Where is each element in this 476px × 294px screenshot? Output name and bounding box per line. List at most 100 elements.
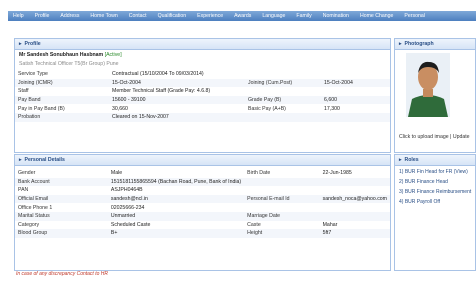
collapse-arrow-icon[interactable]: ▸	[399, 157, 402, 163]
photograph-title: Photograph	[404, 41, 434, 47]
cell-label: Marriage Date	[244, 211, 320, 221]
table-row: Staff Member Technical Staff (Grade Pay: …	[15, 87, 390, 96]
cell-label: Height	[244, 229, 320, 238]
cell-label: Joining (ICMR)	[15, 78, 109, 88]
cell-value: Contractual (15/10/2004 To 09/03/2014)	[112, 71, 204, 78]
collapse-arrow-icon[interactable]: ▸	[19, 157, 22, 163]
nav-item[interactable]: Profile	[30, 13, 56, 19]
cell-value: 5ft7	[319, 229, 390, 238]
profile-table: Service Type Contractual (15/10/2004 To 0…	[15, 70, 390, 122]
profile-title: Profile	[24, 41, 41, 47]
table-row: Official Email sandesh@ncl.in Personal E-m…	[15, 194, 390, 204]
table-row: Joining (ICMR) 15-Oct-2004 Joining (Cum.Po…	[15, 78, 390, 88]
cell-value: Scheduled Caste	[110, 221, 151, 228]
photograph-panel: ▸ Photograph Click to upload image | Upd…	[394, 38, 476, 153]
cell-label: Staff	[18, 88, 29, 95]
cell-value: ASJPH0464B	[110, 187, 143, 194]
table-row: Gender Male Birth Date 22-Jun-1985	[15, 169, 390, 178]
cell-value: B+	[107, 229, 245, 238]
roles-header[interactable]: ▸ Roles	[395, 155, 475, 166]
role-item[interactable]: 4) BUR Payroll Off	[395, 199, 475, 209]
roles-panel: ▸ Roles 1) BUR Fin Head for FR (View) 2) …	[394, 154, 476, 271]
nav-item[interactable]: Language	[257, 13, 291, 19]
cell-value: 17,300	[324, 105, 340, 112]
cell-value: 15600 - 39100	[109, 95, 245, 105]
table-row: Category Scheduled Caste Caste Mahar	[15, 221, 390, 230]
cell-value: Male	[110, 170, 123, 177]
cell-value	[320, 186, 390, 195]
cell-value: 22-Jun-1985	[322, 170, 352, 177]
nav-item[interactable]: Home Change	[355, 13, 399, 19]
cell-value: 15-Oct-2004	[109, 78, 245, 88]
collapse-arrow-icon[interactable]: ▸	[399, 41, 402, 47]
nav-item[interactable]: Home Town	[85, 13, 123, 19]
nav-item[interactable]: Awards	[229, 13, 257, 19]
cell-value: Cleared on 15-Nov-2007	[109, 112, 245, 122]
cell-value: 30,660	[112, 105, 128, 112]
cell-label	[244, 186, 319, 195]
nav-item[interactable]: Contact	[124, 13, 153, 19]
table-row: Marital Status Unmarried Marriage Date	[15, 211, 390, 221]
photograph-header[interactable]: ▸ Photograph	[395, 39, 475, 50]
table-row: Blood Group B+ Height 5ft7	[15, 229, 390, 238]
cell-value	[321, 87, 390, 96]
employee-name: Mr Sandesh Sonubhaun Hasbnam	[19, 52, 104, 58]
cell-label	[245, 112, 321, 122]
nav-item[interactable]: Family	[291, 13, 317, 19]
cell-value: Mahar	[322, 221, 338, 228]
cell-label: Grade Pay (B)	[245, 95, 321, 105]
nav-item[interactable]: Nomination	[318, 13, 355, 19]
cell-value: sandesh_noca@yahoo.com	[319, 194, 390, 204]
table-row: PAN ASJPH0464B	[15, 186, 390, 195]
role-item[interactable]: 1) BUR Fin Head for FR (View)	[395, 169, 475, 179]
role-item[interactable]: 3) BUR Finance Reimbursement	[395, 189, 475, 199]
table-row: Service Type Contractual (15/10/2004 To 0…	[15, 70, 390, 79]
roles-title: Roles	[404, 157, 419, 163]
collapse-arrow-icon[interactable]: ▸	[19, 41, 22, 47]
profile-header[interactable]: ▸ Profile	[15, 39, 390, 50]
nav-item[interactable]: Address	[55, 13, 85, 19]
cell-label	[245, 70, 321, 79]
cell-label: Blood Group	[15, 229, 108, 238]
cell-label: Gender	[18, 170, 36, 177]
cell-value	[321, 70, 390, 79]
table-row: Pay in Pay Band (B) 30,660 Basic Pay (A+B)…	[15, 104, 390, 113]
cell-label	[244, 203, 319, 212]
nav-item[interactable]: Experience	[192, 13, 229, 19]
table-row: Pay Band 15600 - 39100 Grade Pay (B) 6,600	[15, 95, 390, 105]
cell-label: Official Email	[15, 194, 108, 204]
cell-value: 6,600	[321, 95, 390, 105]
personal-details-header[interactable]: ▸ Personal Details	[15, 155, 390, 166]
profile-panel: ▸ Profile Mr Sandesh Sonubhaun Hasbnam […	[14, 38, 391, 153]
employee-photo[interactable]	[406, 53, 450, 117]
cell-label: Marital Status	[15, 211, 108, 221]
photo-upload-link[interactable]: Click to upload image | Update	[399, 134, 470, 140]
cell-label: Pay Band	[15, 95, 109, 105]
cell-label: Caste	[247, 221, 261, 228]
cell-value	[321, 112, 390, 122]
cell-label: Basic Pay (A+B)	[248, 105, 286, 112]
personal-details-table: Gender Male Birth Date 22-Jun-1985 Bank Acco…	[15, 169, 390, 238]
cell-label	[245, 87, 321, 96]
cell-label: Office Phone 1	[18, 204, 53, 211]
role-item[interactable]: 2) BUR Finance Head	[395, 179, 475, 189]
cell-value: sandesh@ncl.in	[107, 194, 245, 204]
cell-label: Bank Account	[15, 177, 108, 187]
hr-contact-note[interactable]: In case of any discrepancy Contact to HR	[16, 271, 108, 277]
table-row: Probation Cleared on 15-Nov-2007	[15, 112, 390, 122]
personal-details-panel: ▸ Personal Details Gender Male Birth Date 2…	[14, 154, 391, 271]
status-badge: [Active]	[104, 52, 122, 58]
table-row: Office Phone 1 02025666-234	[15, 203, 390, 212]
cell-value: Member Technical Staff (Grade Pay: 4.6.8…	[112, 88, 211, 95]
top-nav-bar: Help Profile Address Home Town Contact Qualif…	[8, 11, 476, 21]
nav-item[interactable]: Personal	[399, 13, 430, 19]
nav-item[interactable]: Help	[8, 13, 30, 19]
personal-details-title: Personal Details	[24, 157, 65, 163]
cell-value	[319, 177, 390, 187]
cell-value	[320, 203, 390, 212]
employee-designation: Satish Technical Officer T5(Br Group) Pu…	[19, 61, 119, 67]
cell-label: Service Type	[18, 71, 48, 78]
cell-value	[319, 211, 390, 221]
nav-item[interactable]: Qualification	[153, 13, 193, 19]
table-row: Bank Account 1515181155865594 (Bachan Roa…	[15, 177, 390, 187]
